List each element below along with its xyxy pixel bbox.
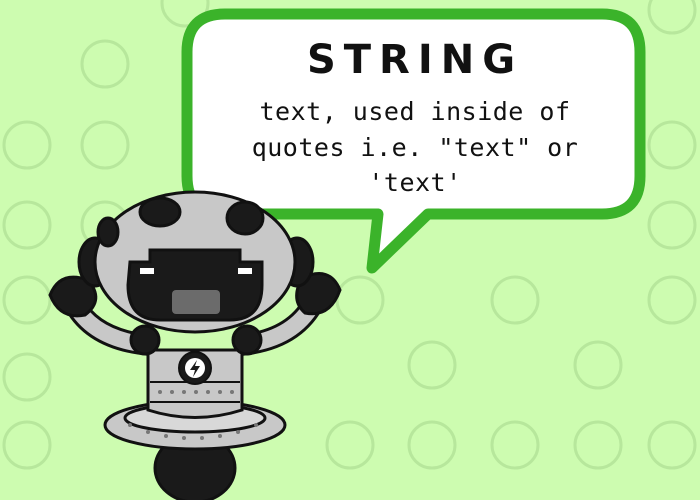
bubble-description-line-1: text, used inside of xyxy=(259,97,571,126)
illustration-canvas: STRING text, used inside of quotes i.e. … xyxy=(0,0,700,500)
bubble-title: STRING xyxy=(306,37,524,83)
bubble-description-line-3: 'text' xyxy=(368,168,462,197)
lightning-bolt-icon xyxy=(178,351,212,385)
bubble-description-line-2: quotes i.e. "text" or xyxy=(251,133,579,162)
